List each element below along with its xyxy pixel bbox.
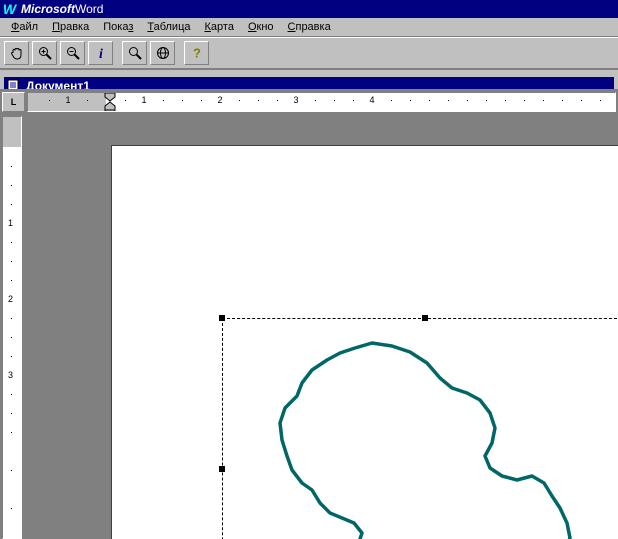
workspace: L 1 1 2 3 4 bbox=[0, 89, 618, 539]
menu-view[interactable]: Показ bbox=[96, 20, 140, 34]
ruler-tick bbox=[11, 508, 12, 509]
svg-text:i: i bbox=[99, 47, 103, 61]
zoom-in-button[interactable] bbox=[32, 41, 57, 65]
app-title-bold: Microsoft bbox=[21, 2, 75, 16]
menu-file[interactable]: Файл bbox=[4, 20, 45, 34]
ruler-tick bbox=[239, 100, 240, 101]
ruler-tick bbox=[258, 100, 259, 101]
menu-help[interactable]: Справка bbox=[281, 20, 338, 34]
ruler-tick bbox=[505, 100, 506, 101]
ruler-tick bbox=[11, 166, 12, 167]
zoom-out-icon bbox=[65, 45, 81, 61]
ruler-tick bbox=[182, 100, 183, 101]
app-logo-icon: W bbox=[2, 2, 17, 17]
menu-bar: Файл Правка Показ Таблица Карта Окно Спр… bbox=[0, 18, 618, 37]
ruler-tick bbox=[410, 100, 411, 101]
menu-window[interactable]: Окно bbox=[241, 20, 281, 34]
ruler-tick bbox=[11, 261, 12, 262]
app-title-rest: Word bbox=[75, 2, 103, 16]
ruler-tick: 4 bbox=[369, 95, 374, 105]
hand-icon bbox=[9, 45, 25, 61]
ruler-tick bbox=[11, 185, 12, 186]
ruler-tick bbox=[277, 100, 278, 101]
ruler-tick: 2 bbox=[217, 95, 222, 105]
ruler-tick bbox=[87, 100, 88, 101]
ruler-tick bbox=[315, 100, 316, 101]
toolbar-separator bbox=[178, 42, 181, 64]
help-icon: ? bbox=[189, 45, 205, 61]
horizontal-ruler[interactable]: L 1 1 2 3 4 bbox=[0, 90, 618, 114]
ruler-tick bbox=[600, 100, 601, 101]
svg-text:?: ? bbox=[193, 46, 201, 61]
ruler-tick bbox=[467, 100, 468, 101]
ruler-tick bbox=[486, 100, 487, 101]
vertical-ruler[interactable]: 1 2 3 bbox=[2, 116, 22, 539]
ruler-tick bbox=[201, 100, 202, 101]
toolbar: i ? bbox=[0, 37, 618, 69]
ruler-tick bbox=[11, 394, 12, 395]
ruler-tick bbox=[49, 100, 50, 101]
separator bbox=[0, 69, 618, 73]
ruler-tick: 3 bbox=[293, 95, 298, 105]
hand-tool-button[interactable] bbox=[4, 41, 29, 65]
ruler-tick bbox=[543, 100, 544, 101]
info-icon: i bbox=[93, 45, 109, 61]
resize-handle[interactable] bbox=[219, 315, 225, 321]
tab-align-button[interactable]: L bbox=[2, 92, 25, 112]
ruler-tick bbox=[11, 413, 12, 414]
ruler-tick bbox=[11, 337, 12, 338]
ruler-tick bbox=[562, 100, 563, 101]
ruler-tick: 1 bbox=[65, 95, 70, 105]
globe-button[interactable] bbox=[150, 41, 175, 65]
ruler-tick bbox=[11, 280, 12, 281]
title-bar: W Microsoft Word bbox=[0, 0, 618, 18]
menu-table[interactable]: Таблица bbox=[140, 20, 197, 34]
app-window: W Microsoft Word Файл Правка Показ Табли… bbox=[0, 0, 618, 539]
search-icon bbox=[127, 45, 143, 61]
ruler-tick bbox=[11, 242, 12, 243]
ruler-tick bbox=[125, 100, 126, 101]
toolbar-separator bbox=[116, 42, 119, 64]
help-button[interactable]: ? bbox=[184, 41, 209, 65]
menu-map[interactable]: Карта bbox=[198, 20, 241, 34]
ruler-tick bbox=[524, 100, 525, 101]
ruler-tick bbox=[581, 100, 582, 101]
ruler-tick: 3 bbox=[8, 370, 13, 380]
resize-handle[interactable] bbox=[219, 466, 225, 472]
ruler-tick bbox=[11, 432, 12, 433]
ruler-tick bbox=[11, 470, 12, 471]
ruler-tick bbox=[334, 100, 335, 101]
ruler-tick: 2 bbox=[8, 294, 13, 304]
search-button[interactable] bbox=[122, 41, 147, 65]
ruler-tick bbox=[391, 100, 392, 101]
zoom-out-button[interactable] bbox=[60, 41, 85, 65]
indent-marker-icon[interactable] bbox=[104, 92, 116, 112]
selection-border bbox=[222, 318, 618, 539]
ruler-tick: 1 bbox=[8, 218, 13, 228]
ruler-tick bbox=[11, 318, 12, 319]
ruler-tick bbox=[429, 100, 430, 101]
menu-edit[interactable]: Правка bbox=[45, 20, 96, 34]
ruler-tick bbox=[163, 100, 164, 101]
ruler-tick bbox=[11, 204, 12, 205]
info-button[interactable]: i bbox=[88, 41, 113, 65]
ruler-tick bbox=[11, 356, 12, 357]
ruler-margin-shade bbox=[3, 117, 21, 147]
horizontal-ruler-track[interactable]: 1 1 2 3 4 bbox=[27, 92, 616, 112]
map-object[interactable] bbox=[222, 318, 618, 539]
ruler-tick: 1 bbox=[141, 95, 146, 105]
ruler-tick bbox=[353, 100, 354, 101]
ruler-tick bbox=[448, 100, 449, 101]
globe-icon bbox=[155, 45, 171, 61]
resize-handle[interactable] bbox=[422, 315, 428, 321]
zoom-in-icon bbox=[37, 45, 53, 61]
